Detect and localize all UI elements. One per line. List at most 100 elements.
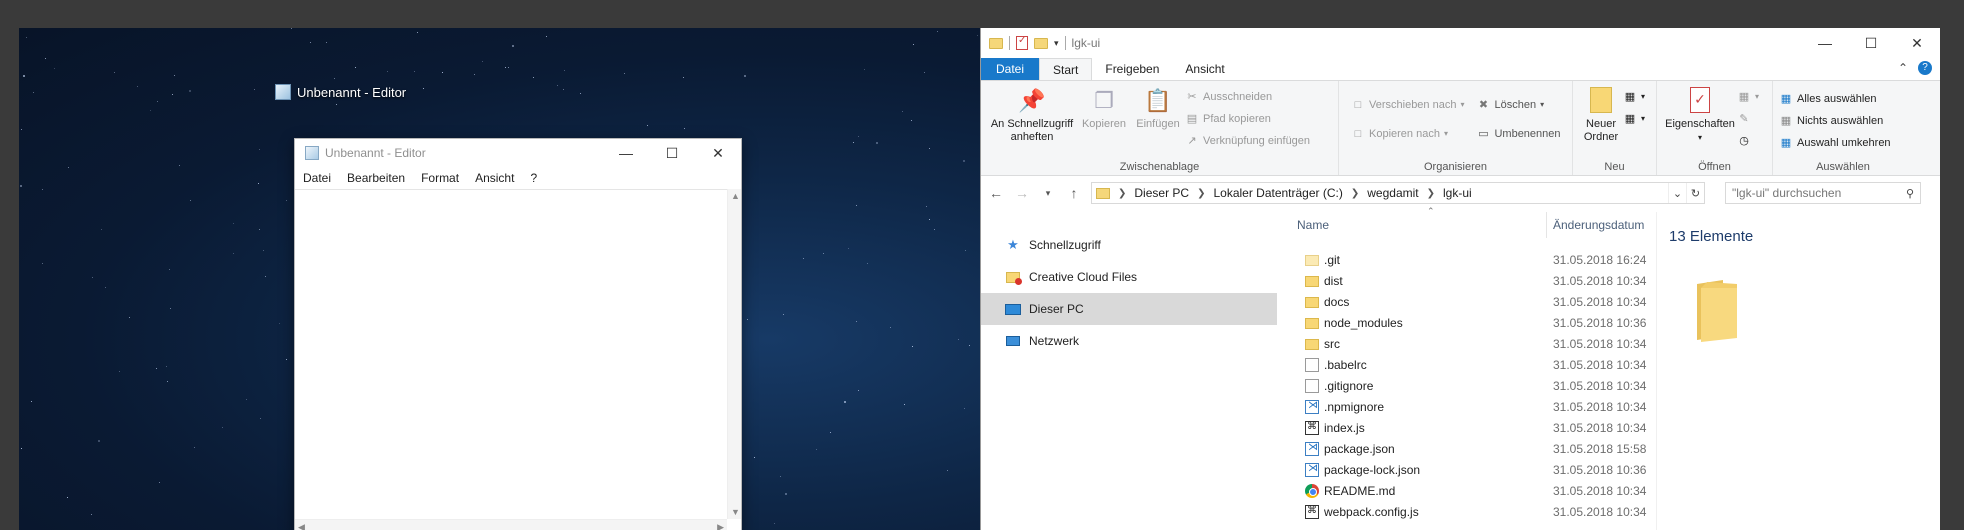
file-row[interactable]: dist 31.05.2018 10:34 bbox=[1287, 270, 1656, 291]
column-header-date[interactable]: Änderungsdatum bbox=[1547, 212, 1644, 238]
select-all-button[interactable]: ▦ Alles auswählen bbox=[1779, 89, 1891, 108]
paste-shortcut-button[interactable]: ↗ Verknüpfung einfügen bbox=[1185, 131, 1310, 150]
breadcrumb-wegdamit[interactable]: wegdamit bbox=[1367, 186, 1418, 200]
chevron-right-icon[interactable]: ❯ bbox=[1427, 188, 1435, 199]
properties-quick-icon[interactable] bbox=[1016, 35, 1028, 50]
star-dot bbox=[423, 88, 424, 89]
tab-ansicht[interactable]: Ansicht bbox=[1172, 58, 1237, 80]
open-button[interactable]: ▦ ▾ bbox=[1737, 87, 1759, 106]
notepad-window[interactable]: Unbenannt - Editor — ☐ ✕ Datei Bearbeite… bbox=[294, 138, 742, 530]
notepad-desktop-label[interactable]: Unbenannt - Editor bbox=[275, 84, 406, 100]
notepad-desktop-label-text: Unbenannt - Editor bbox=[297, 84, 407, 100]
file-row[interactable]: .git 31.05.2018 16:24 bbox=[1287, 249, 1656, 270]
rename-button[interactable]: ▭ Umbenennen bbox=[1476, 124, 1560, 143]
maximize-button[interactable]: ☐ bbox=[1848, 28, 1894, 58]
cut-button[interactable]: ✂ Ausschneiden bbox=[1185, 87, 1310, 106]
menu-bearbeiten[interactable]: Bearbeiten bbox=[347, 171, 405, 185]
notepad-horizontal-scrollbar[interactable]: ◀ ▶ bbox=[295, 519, 727, 530]
quick-access-dropdown-icon[interactable]: ▾ bbox=[1054, 38, 1059, 49]
chevron-right-icon[interactable]: ❯ bbox=[1197, 188, 1205, 199]
recent-locations-icon[interactable]: ▾ bbox=[1039, 188, 1057, 199]
file-row[interactable]: src 31.05.2018 10:34 bbox=[1287, 333, 1656, 354]
search-input[interactable]: "lgk-ui" durchsuchen ⚲ bbox=[1725, 182, 1921, 204]
notepad-titlebar[interactable]: Unbenannt - Editor — ☐ ✕ bbox=[295, 139, 741, 167]
close-button[interactable]: ✕ bbox=[1894, 28, 1940, 58]
refresh-icon[interactable]: ↻ bbox=[1686, 183, 1704, 203]
notepad-vertical-scrollbar[interactable]: ▲ ▼ bbox=[727, 189, 741, 519]
new-folder-button[interactable]: Neuer Ordner bbox=[1579, 85, 1623, 159]
ribbon-collapse-icon[interactable]: ⌃ bbox=[1898, 61, 1908, 75]
chevron-right-icon[interactable]: ❯ bbox=[1351, 188, 1359, 199]
star-dot bbox=[387, 71, 388, 72]
file-row[interactable]: webpack.config.js 31.05.2018 10:34 bbox=[1287, 501, 1656, 522]
invert-selection-button[interactable]: ▦ Auswahl umkehren bbox=[1779, 133, 1891, 152]
scroll-right-icon[interactable]: ▶ bbox=[717, 522, 724, 530]
edit-button[interactable]: ✎ bbox=[1737, 109, 1759, 128]
star-dot bbox=[417, 32, 418, 33]
file-row[interactable]: README.md 31.05.2018 10:34 bbox=[1287, 480, 1656, 501]
menu-ansicht[interactable]: Ansicht bbox=[475, 171, 514, 185]
copy-path-button[interactable]: ▤ Pfad kopieren bbox=[1185, 109, 1310, 128]
paste-button[interactable]: 📋 Einfügen bbox=[1131, 85, 1185, 159]
select-none-button[interactable]: ▦ Nichts auswählen bbox=[1779, 111, 1891, 130]
new-folder-quick-icon[interactable] bbox=[1034, 37, 1048, 49]
nav-item-netzwerk[interactable]: Netzwerk bbox=[981, 325, 1287, 357]
maximize-button[interactable]: ☐ bbox=[649, 139, 695, 167]
chevron-right-icon[interactable]: ❯ bbox=[1118, 188, 1126, 199]
breadcrumb-dieser-pc[interactable]: Dieser PC bbox=[1134, 186, 1189, 200]
menu-format[interactable]: Format bbox=[421, 171, 459, 185]
notepad-text-area[interactable] bbox=[295, 189, 741, 530]
close-button[interactable]: ✕ bbox=[695, 139, 741, 167]
up-button[interactable]: ↑ bbox=[1065, 185, 1083, 201]
properties-button[interactable]: ✓ Eigenschaften ▾ bbox=[1663, 85, 1737, 159]
file-row[interactable]: .babelrc 31.05.2018 10:34 bbox=[1287, 354, 1656, 375]
nav-item-schnellzugriff[interactable]: ★ Schnellzugriff bbox=[981, 229, 1287, 261]
breadcrumb-local-disk[interactable]: Lokaler Datenträger (C:) bbox=[1213, 186, 1342, 200]
minimize-button[interactable]: — bbox=[603, 139, 649, 167]
file-row[interactable]: docs 31.05.2018 10:34 bbox=[1287, 291, 1656, 312]
address-dropdown-icon[interactable]: ⌄ bbox=[1668, 183, 1686, 203]
address-bar[interactable]: ❯ Dieser PC ❯ Lokaler Datenträger (C:) ❯… bbox=[1091, 182, 1705, 204]
pin-quick-access-button[interactable]: 📌 An Schnellzugriff anheften bbox=[987, 85, 1077, 159]
help-icon[interactable]: ? bbox=[1918, 61, 1932, 75]
menu-help[interactable]: ? bbox=[530, 171, 537, 185]
scroll-left-icon[interactable]: ◀ bbox=[298, 522, 305, 530]
explorer-titlebar[interactable]: ▾ lgk-ui — ☐ ✕ bbox=[981, 28, 1940, 58]
explorer-window[interactable]: ▾ lgk-ui — ☐ ✕ Datei Start Freigeben Ans… bbox=[980, 28, 1940, 530]
properties-icon: ✓ bbox=[1686, 85, 1714, 115]
star-dot bbox=[33, 92, 34, 93]
delete-button[interactable]: ✖ Löschen ▾ bbox=[1476, 95, 1560, 114]
file-row[interactable]: package.json 31.05.2018 15:58 bbox=[1287, 438, 1656, 459]
tab-freigeben[interactable]: Freigeben bbox=[1092, 58, 1172, 80]
divider bbox=[1064, 36, 1066, 50]
file-row[interactable]: node_modules 31.05.2018 10:36 bbox=[1287, 312, 1656, 333]
folder-icon bbox=[1305, 254, 1319, 266]
rename-label: Umbenennen bbox=[1494, 127, 1561, 140]
file-row[interactable]: .npmignore 31.05.2018 10:34 bbox=[1287, 396, 1656, 417]
tab-datei[interactable]: Datei bbox=[981, 58, 1040, 80]
history-button[interactable]: ◷ bbox=[1737, 131, 1759, 150]
minimize-button[interactable]: — bbox=[1802, 28, 1848, 58]
column-header-name[interactable]: Name bbox=[1287, 212, 1547, 238]
preview-pane: 13 Elemente bbox=[1657, 212, 1940, 530]
tab-start[interactable]: Start bbox=[1039, 58, 1093, 80]
breadcrumb-lgk-ui[interactable]: lgk-ui bbox=[1443, 186, 1472, 200]
menu-datei[interactable]: Datei bbox=[303, 171, 331, 185]
copy-to-button[interactable]: □ Kopieren nach ▾ bbox=[1351, 124, 1464, 143]
back-button[interactable]: ← bbox=[987, 185, 1005, 201]
file-row[interactable]: index.js 31.05.2018 10:34 bbox=[1287, 417, 1656, 438]
nav-item-creative-cloud[interactable]: Creative Cloud Files bbox=[981, 261, 1287, 293]
file-row[interactable]: .gitignore 31.05.2018 10:34 bbox=[1287, 375, 1656, 396]
move-to-button[interactable]: □ Verschieben nach ▾ bbox=[1351, 95, 1465, 114]
copy-button[interactable]: ❐ Kopieren bbox=[1077, 85, 1131, 159]
new-item-button[interactable]: ▦ ▾ bbox=[1623, 87, 1645, 106]
forward-button[interactable]: → bbox=[1013, 185, 1031, 201]
star-dot bbox=[512, 45, 514, 47]
scroll-up-icon[interactable]: ▲ bbox=[731, 191, 740, 201]
nav-item-dieser-pc[interactable]: Dieser PC bbox=[981, 293, 1277, 325]
organize-group-label: Organisieren bbox=[1424, 161, 1487, 173]
easy-access-button[interactable]: ▦ ▾ bbox=[1623, 109, 1645, 128]
scroll-down-icon[interactable]: ▼ bbox=[731, 507, 740, 517]
file-date: 31.05.2018 10:34 bbox=[1553, 483, 1647, 498]
file-row[interactable]: package-lock.json 31.05.2018 10:36 bbox=[1287, 459, 1656, 480]
